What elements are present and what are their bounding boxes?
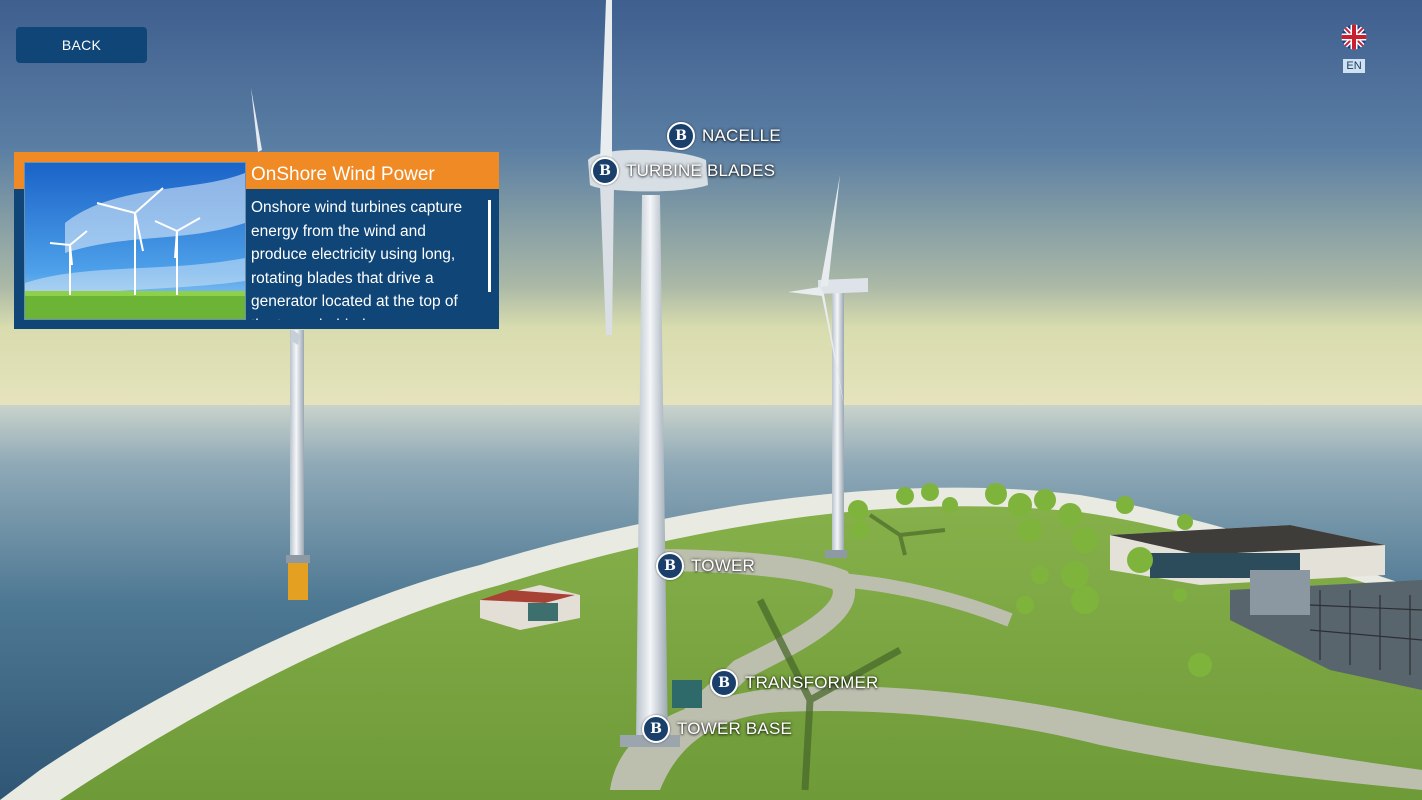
hotspot-label: TURBINE BLADES bbox=[626, 161, 776, 180]
info-panel-text: Onshore wind turbines capture energy fro… bbox=[251, 199, 463, 320]
uk-flag-icon bbox=[1341, 24, 1367, 50]
hotspot-transformer[interactable]: B TRANSFORMER bbox=[710, 669, 878, 697]
language-code: EN bbox=[1343, 59, 1365, 73]
hotspot-label: TOWER BASE bbox=[677, 719, 793, 738]
b-badge-icon: B bbox=[591, 157, 619, 185]
hotspot-tower[interactable]: B TOWER bbox=[656, 552, 755, 580]
b-badge-icon: B bbox=[710, 669, 738, 697]
info-panel: OnShore Wind Power Onshore wind turbines… bbox=[14, 152, 499, 329]
info-panel-title: OnShore Wind Power bbox=[251, 164, 435, 185]
hotspot-turbine-blades[interactable]: B TURBINE BLADES bbox=[591, 157, 775, 185]
hotspot-label: TOWER bbox=[691, 556, 755, 575]
hotspot-label: NACELLE bbox=[702, 126, 781, 145]
hotspot-nacelle[interactable]: B NACELLE bbox=[667, 122, 781, 150]
b-badge-icon: B bbox=[642, 715, 670, 743]
back-button[interactable]: BACK bbox=[16, 27, 147, 63]
b-badge-icon: B bbox=[667, 122, 695, 150]
hotspot-tower-base[interactable]: B TOWER BASE bbox=[642, 715, 792, 743]
b-badge-icon: B bbox=[656, 552, 684, 580]
hotspot-label: TRANSFORMER bbox=[745, 673, 879, 692]
wind-turbines-photo bbox=[24, 162, 246, 320]
language-selector[interactable]: EN bbox=[1340, 24, 1368, 73]
info-panel-scrollbar[interactable] bbox=[488, 200, 491, 292]
